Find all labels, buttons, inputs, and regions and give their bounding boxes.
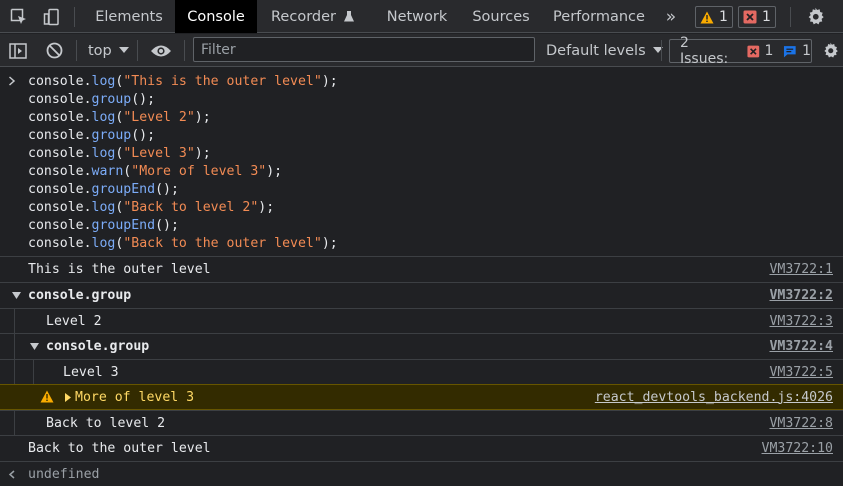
experiment-flask-icon [343, 11, 354, 22]
warning-icon [700, 11, 714, 23]
console-group-header[interactable]: console.group VM3722:4 [0, 333, 843, 359]
code-line: console.log("Level 2"); [28, 110, 211, 125]
source-link[interactable]: VM3722:4 [769, 339, 833, 354]
issues-button[interactable]: 2 Issues: 1 1 [669, 35, 812, 67]
tab-divider [790, 7, 791, 27]
issues-info-count: 1 [802, 43, 811, 59]
tab-recorder-label: Recorder [271, 8, 336, 25]
code-line: console.log("Back to level 2"); [28, 200, 275, 215]
tab-network[interactable]: Network [374, 0, 460, 33]
log-text: This is the outer level [28, 262, 211, 277]
log-text: Back to the outer level [28, 441, 211, 456]
group-label: console.group [46, 339, 150, 354]
show-sidebar-icon[interactable] [3, 34, 33, 67]
command-echo: console.log("This is the outer level"); … [0, 68, 843, 253]
issues-error-count: 1 [764, 43, 774, 59]
source-link[interactable]: VM3722:3 [769, 314, 833, 329]
code-line: console.log("Back to the outer level"); [28, 236, 338, 251]
result-value: undefined [28, 466, 100, 482]
issues-label: 2 Issues: [680, 35, 729, 67]
code-line: console.groupEnd(); [28, 218, 179, 233]
clear-console-icon[interactable] [39, 34, 69, 67]
log-message: Level 2 VM3722:3 [0, 308, 843, 333]
code-line: console.warn("More of level 3"); [28, 164, 283, 179]
result-row: undefined [0, 461, 843, 486]
error-count-badge[interactable]: 1 [738, 6, 776, 28]
warning-count: 1 [719, 9, 728, 25]
expand-stack-triangle-icon[interactable] [65, 393, 71, 402]
console-toolbar: top Default levels 2 Issues: 1 1 [0, 34, 843, 67]
log-text: Back to level 2 [46, 415, 166, 431]
log-message: This is the outer level VM3722:1 [0, 256, 843, 282]
source-link[interactable]: VM3722:8 [769, 416, 833, 431]
log-message: Back to level 2 VM3722:8 [0, 410, 843, 435]
log-message: Back to the outer level VM3722:10 [0, 435, 843, 461]
error-icon [743, 10, 757, 24]
context-selector[interactable]: top [88, 34, 129, 67]
tab-recorder[interactable]: Recorder [258, 0, 366, 33]
code-line: console.log("Level 3"); [28, 146, 211, 161]
code-line: console.groupEnd(); [28, 182, 179, 197]
toolbar-divider [137, 40, 138, 61]
error-count: 1 [762, 9, 771, 25]
more-tabs-button[interactable]: » [657, 0, 685, 33]
devtools-tab-bar: Elements Console Recorder Network Source… [0, 0, 843, 33]
group-expanded-triangle-icon[interactable] [12, 292, 21, 300]
warning-message[interactable]: More of level 3 react_devtools_backend.j… [0, 384, 843, 410]
toolbar-divider [76, 40, 77, 61]
result-arrow-icon [8, 470, 15, 479]
code-line: console.log("This is the outer level"); [28, 74, 338, 89]
console-group-header[interactable]: console.group VM3722:2 [0, 282, 843, 308]
log-text: Level 2 [46, 313, 102, 329]
issue-error-icon [747, 45, 760, 57]
warning-icon [40, 390, 54, 403]
warning-text: More of level 3 [75, 389, 195, 405]
device-toolbar-icon[interactable] [37, 0, 67, 33]
toolbar-divider [661, 40, 662, 61]
group-expanded-triangle-icon[interactable] [30, 343, 39, 351]
tab-console[interactable]: Console [175, 0, 257, 33]
tab-sources[interactable]: Sources [461, 0, 541, 33]
issue-info-icon [784, 45, 797, 57]
dropdown-arrow-icon [118, 47, 129, 53]
filter-field[interactable] [193, 37, 535, 62]
warning-count-badge[interactable]: 1 [695, 6, 733, 28]
group-label: console.group [28, 288, 132, 303]
tab-performance[interactable]: Performance [544, 0, 654, 33]
log-levels-dropdown[interactable]: Default levels [546, 34, 663, 67]
source-link[interactable]: VM3722:1 [769, 262, 833, 277]
tab-elements[interactable]: Elements [84, 0, 174, 33]
toolbar-divider [184, 40, 185, 61]
source-link[interactable]: VM3722:5 [769, 365, 833, 380]
live-expression-eye-icon[interactable] [146, 34, 176, 67]
context-label: top [88, 42, 112, 59]
code-line: console.group(); [28, 92, 156, 107]
source-link[interactable]: VM3722:10 [762, 441, 833, 456]
log-message: Level 3 VM3722:5 [0, 359, 843, 384]
source-link[interactable]: VM3722:2 [769, 288, 833, 303]
settings-gear-icon[interactable] [800, 0, 830, 33]
tab-divider [74, 7, 75, 27]
code-line: console.group(); [28, 128, 156, 143]
filter-input[interactable] [194, 38, 534, 61]
console-settings-gear-icon[interactable] [815, 34, 843, 67]
inspect-element-icon[interactable] [4, 0, 34, 33]
source-link[interactable]: react_devtools_backend.js:4026 [595, 390, 833, 405]
log-text: Level 3 [63, 364, 119, 380]
log-levels-label: Default levels [546, 42, 646, 59]
